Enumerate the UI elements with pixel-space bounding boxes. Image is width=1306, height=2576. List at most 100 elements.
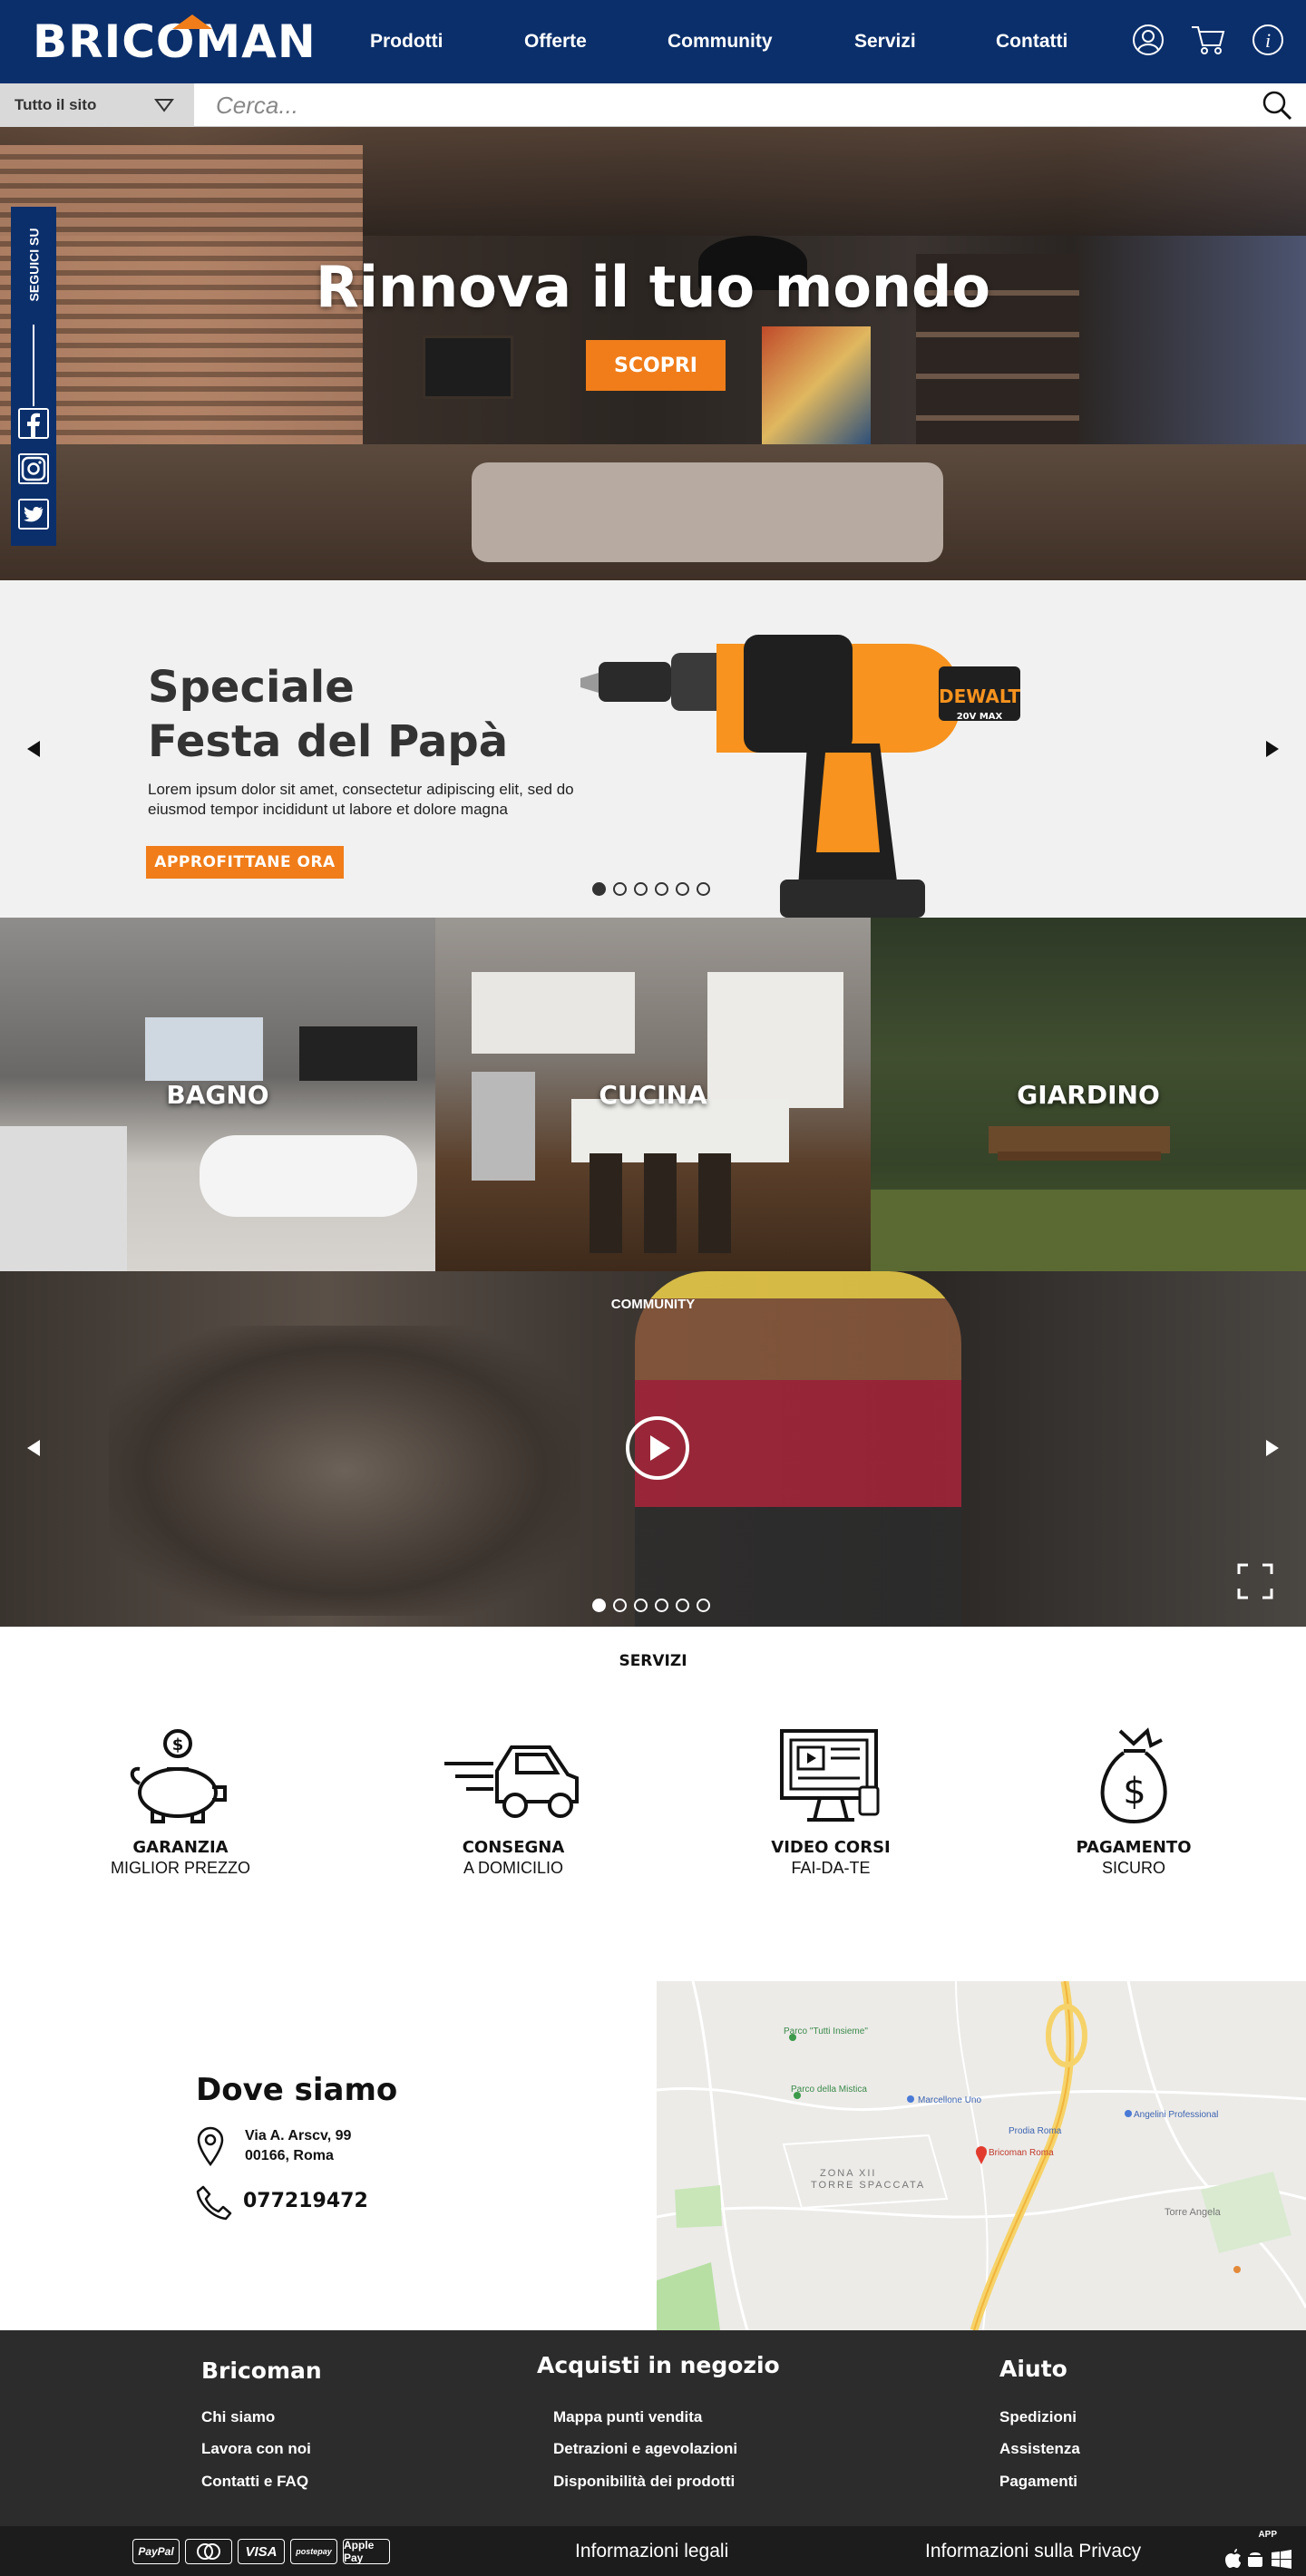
service-video-corsi-sub: FAI-DA-TE <box>791 1859 871 1877</box>
nav-servizi[interactable]: Servizi <box>854 31 916 53</box>
map-label: Bricoman Roma <box>989 2148 1054 2158</box>
social-divider <box>33 325 34 406</box>
info-icon[interactable]: i <box>1250 22 1286 58</box>
nav-offerte[interactable]: Offerte <box>524 31 587 53</box>
service-garanzia[interactable]: $ GARANZIA MIGLIOR PREZZO <box>63 1727 298 1878</box>
chevron-down-icon <box>154 99 174 112</box>
footer-link[interactable]: Detrazioni e agevolazioni <box>553 2440 737 2458</box>
service-video-corsi-title: VIDEO CORSI <box>771 1838 891 1857</box>
postepay-icon: postepay <box>290 2539 337 2564</box>
location-title: Dove siamo <box>196 2072 398 2108</box>
search-icon[interactable] <box>1261 89 1293 122</box>
category-cucina[interactable]: CUCINA <box>435 918 871 1271</box>
footer-link[interactable]: Pagamenti <box>999 2473 1077 2491</box>
app-store-icons[interactable] <box>1221 2548 1293 2570</box>
service-garanzia-sub: MIGLIOR PREZZO <box>110 1859 250 1877</box>
promo-cta-button[interactable]: APPROFITTANE ORA <box>146 846 344 879</box>
category-bagno-label: BAGNO <box>166 1079 269 1110</box>
store-map[interactable]: Parco "Tutti Insieme" Parco della Mistic… <box>657 1981 1306 2330</box>
service-pagamento[interactable]: $ PAGAMENTO SICURO <box>1016 1727 1252 1878</box>
community-next-arrow-icon[interactable] <box>1266 1440 1279 1456</box>
address-line1: Via A. Arscv, 99 <box>245 2128 352 2143</box>
drill-product-image: DEWALT 20V MAX <box>580 635 1020 918</box>
slide-dot[interactable] <box>592 1599 606 1612</box>
service-consegna[interactable]: CONSEGNA A DOMICILIO <box>395 1727 631 1878</box>
privacy-link[interactable]: Informazioni sulla Privacy <box>925 2541 1141 2562</box>
paypal-icon: PayPal <box>132 2539 180 2564</box>
slide-dot[interactable] <box>655 1599 668 1612</box>
footer-link[interactable]: Lavora con noi <box>201 2440 311 2458</box>
bricoman-logo[interactable]: BRICOMAN <box>33 15 317 68</box>
social-label: SEGUICI SU <box>14 219 54 310</box>
promo-title: Speciale Festa del Papà <box>148 660 508 769</box>
promo-next-arrow-icon[interactable] <box>1266 741 1279 757</box>
search-scope-value: Tutto il sito <box>15 96 97 113</box>
phone-icon <box>196 2185 232 2221</box>
svg-text:$: $ <box>172 1735 184 1755</box>
hero-sofa-image <box>472 462 943 562</box>
cart-icon[interactable] <box>1190 22 1226 58</box>
footer-link[interactable]: Assistenza <box>999 2440 1080 2458</box>
money-bag-icon: $ <box>1100 1727 1167 1824</box>
search-input[interactable] <box>216 89 1232 122</box>
map-label: Marcellone Uno <box>918 2095 981 2105</box>
footer-col1-title: Bricoman <box>201 2357 322 2384</box>
visa-icon: VISA <box>238 2539 285 2564</box>
footer-col3-title: Aiuto <box>999 2356 1067 2382</box>
page: BRICOMAN Prodotti Offerte Community Serv… <box>0 0 1306 2576</box>
community-prev-arrow-icon[interactable] <box>27 1440 40 1456</box>
promo-slider: Speciale Festa del Papà Lorem ipsum dolo… <box>0 580 1306 918</box>
slide-dot[interactable] <box>634 882 648 896</box>
map-label: Torre Angela <box>1165 2207 1222 2218</box>
twitter-icon[interactable] <box>18 499 49 530</box>
footer-link[interactable]: Contatti e FAQ <box>201 2473 308 2491</box>
footer-col2-title: Acquisti in negozio <box>537 2352 780 2378</box>
slide-dot[interactable] <box>676 882 689 896</box>
nav-contatti[interactable]: Contatti <box>996 31 1067 53</box>
footer-link[interactable]: Disponibilità dei prodotti <box>553 2473 735 2491</box>
facebook-icon[interactable] <box>18 408 49 439</box>
social-label-text: SEGUICI SU <box>26 228 41 302</box>
slide-dot[interactable] <box>676 1599 689 1612</box>
footer-link[interactable]: Spedizioni <box>999 2408 1077 2426</box>
search-scope-select[interactable]: Tutto il sito <box>0 83 194 127</box>
service-video-corsi[interactable]: VIDEO CORSI FAI-DA-TE <box>713 1727 949 1878</box>
header-icons: i <box>1130 22 1286 58</box>
instagram-icon[interactable] <box>18 453 49 484</box>
hero-cta-button[interactable]: SCOPRI <box>586 340 726 391</box>
hero-painting-image <box>762 326 871 444</box>
delivery-truck-icon <box>444 1745 579 1818</box>
footer-link[interactable]: Mappa punti vendita <box>553 2408 702 2426</box>
community-dots <box>592 1599 710 1612</box>
service-consegna-title: CONSEGNA <box>462 1838 565 1857</box>
legal-link[interactable]: Informazioni legali <box>575 2541 728 2562</box>
map-pin-icon <box>197 2126 224 2166</box>
user-icon[interactable] <box>1130 22 1166 58</box>
social-sidebar: SEGUICI SU <box>11 207 56 546</box>
slide-dot[interactable] <box>592 882 606 896</box>
search-bar: Tutto il sito <box>0 83 1306 127</box>
slide-dot[interactable] <box>634 1599 648 1612</box>
map-label: Angelini Professional <box>1134 2110 1218 2120</box>
slide-dot[interactable] <box>613 1599 627 1612</box>
footer-link[interactable]: Chi siamo <box>201 2408 275 2426</box>
category-bagno[interactable]: BAGNO <box>0 918 435 1271</box>
slide-dot[interactable] <box>697 1599 710 1612</box>
nav-prodotti[interactable]: Prodotti <box>370 31 443 53</box>
fullscreen-icon[interactable] <box>1237 1563 1273 1599</box>
slide-dot[interactable] <box>697 882 710 896</box>
apple-icon <box>1225 2549 1241 2568</box>
bottom-bar: PayPal VISA postepay Apple Pay Informazi… <box>0 2526 1306 2576</box>
svg-text:i: i <box>1265 29 1271 52</box>
location-phone[interactable]: 077219472 <box>243 2190 368 2212</box>
category-giardino[interactable]: GIARDINO <box>871 918 1306 1271</box>
promo-prev-arrow-icon[interactable] <box>27 741 40 757</box>
category-giardino-label: GIARDINO <box>1017 1079 1160 1110</box>
play-video-icon[interactable] <box>626 1416 689 1480</box>
community-engine-image <box>109 1326 580 1616</box>
location-address: Via A. Arscv, 99 00166, Roma <box>245 2126 351 2166</box>
slide-dot[interactable] <box>655 882 668 896</box>
slide-dot[interactable] <box>613 882 627 896</box>
nav-community[interactable]: Community <box>668 31 773 53</box>
promo-title-line1: Speciale <box>148 662 355 713</box>
